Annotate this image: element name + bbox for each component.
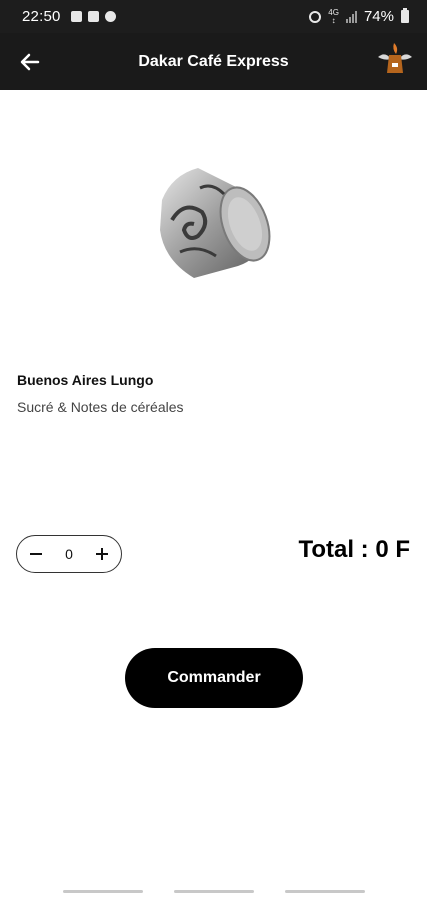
alarm-icon bbox=[309, 10, 322, 23]
product-name: Buenos Aires Lungo bbox=[17, 372, 154, 388]
nav-home-button[interactable] bbox=[173, 890, 254, 893]
plus-icon bbox=[95, 548, 108, 560]
quantity-stepper: 0 bbox=[16, 535, 122, 573]
battery-icon bbox=[401, 8, 409, 23]
system-nav-bar bbox=[0, 884, 427, 900]
total-price: Total : 0 F bbox=[298, 536, 410, 563]
signal-icon bbox=[345, 10, 357, 23]
page-title: Dakar Café Express bbox=[138, 52, 289, 70]
status-time: 22:50 bbox=[22, 8, 61, 25]
order-button[interactable]: Commander bbox=[125, 648, 303, 708]
gallery-icon bbox=[87, 11, 99, 22]
app-bar: Dakar Café Express bbox=[0, 33, 427, 90]
quantity-value: 0 bbox=[65, 546, 73, 562]
increment-button[interactable] bbox=[91, 543, 113, 565]
nav-back-button[interactable] bbox=[284, 890, 365, 893]
decrement-button[interactable] bbox=[25, 543, 47, 565]
battery-percent: 74% bbox=[363, 8, 394, 25]
nav-recents-button[interactable] bbox=[62, 890, 143, 893]
product-description: Sucré & Notes de céréales bbox=[17, 399, 184, 415]
checklist-icon bbox=[70, 11, 82, 22]
status-bar: 22:50 4G ↕ 74% bbox=[0, 0, 427, 33]
coffee-capsule-image bbox=[160, 168, 271, 278]
notification-icons bbox=[70, 11, 116, 22]
soccer-ball-icon bbox=[104, 11, 116, 22]
brand-logo bbox=[378, 43, 412, 73]
status-right: 4G ↕ 74% bbox=[309, 8, 409, 25]
network-type: 4G ↕ bbox=[328, 7, 339, 25]
back-arrow-icon[interactable] bbox=[18, 50, 42, 74]
minus-icon bbox=[30, 553, 42, 555]
